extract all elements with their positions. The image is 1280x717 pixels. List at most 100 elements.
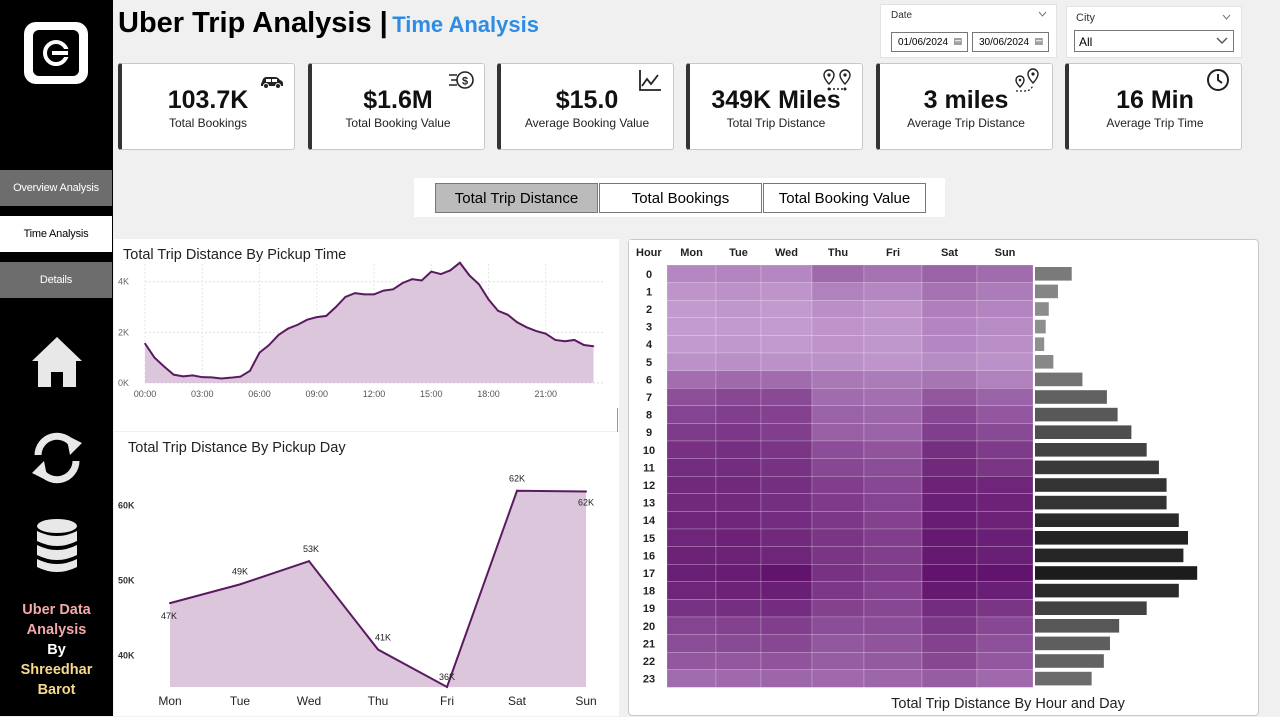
heatmap-cell xyxy=(921,423,978,442)
heatmap-cell xyxy=(760,669,813,688)
heatmap-cell xyxy=(811,352,865,371)
data-point xyxy=(306,318,309,321)
data-point xyxy=(497,310,499,312)
heatmap-cell xyxy=(976,300,1034,319)
row-header: 2 xyxy=(646,304,652,316)
heatmap-cell xyxy=(863,458,923,477)
kpi-card-total-trip-distance: 349K Miles Total Trip Distance xyxy=(686,63,863,150)
heatmap-cell xyxy=(863,335,923,354)
heatmap-cell xyxy=(715,493,762,512)
x-tick-label: 03:00 xyxy=(191,389,214,399)
chevron-down-icon[interactable] xyxy=(1216,37,1228,45)
row-total-bar xyxy=(1035,355,1054,369)
nav-time-analysis[interactable]: Time Analysis xyxy=(0,216,112,252)
route-pin-icon xyxy=(1015,68,1039,92)
row-header: 9 xyxy=(646,427,652,439)
row-total-bar xyxy=(1035,671,1092,686)
heatmap-cell xyxy=(976,528,1034,547)
heatmap-cell xyxy=(666,352,717,371)
heatmap-cell xyxy=(863,282,923,301)
heatmap-cell xyxy=(976,634,1034,653)
x-tick-label: 21:00 xyxy=(534,389,557,399)
heatmap-cell xyxy=(811,546,865,565)
heatmap-cell xyxy=(760,564,813,583)
area-fill xyxy=(170,490,586,687)
heatmap-cell xyxy=(811,475,865,494)
database-icon xyxy=(37,519,77,572)
data-point xyxy=(354,292,356,294)
heatmap-cell xyxy=(715,634,762,653)
row-header: 6 xyxy=(646,374,652,386)
row-header: 15 xyxy=(643,533,655,545)
heatmap-cell xyxy=(921,493,978,512)
home-icon[interactable] xyxy=(28,332,86,390)
nav-overview-analysis[interactable]: Overview Analysis xyxy=(0,170,112,206)
row-total-bar xyxy=(1035,425,1132,439)
heatmap-cell xyxy=(976,387,1034,406)
kpi-label: Total Trip Distance xyxy=(726,116,826,130)
x-tick-label: 06:00 xyxy=(248,389,271,399)
date-to-input[interactable]: 30/06/2024 ▤ xyxy=(972,32,1049,52)
calendar-icon[interactable]: ▤ xyxy=(1034,36,1043,47)
data-point xyxy=(296,323,299,326)
row-header: 3 xyxy=(646,322,652,334)
calendar-icon[interactable]: ▤ xyxy=(953,36,962,47)
heatmap-cell xyxy=(715,317,762,336)
date-from-input[interactable]: 01/06/2024 ▤ xyxy=(891,32,968,52)
data-point xyxy=(239,583,241,586)
x-tick-label: 12:00 xyxy=(363,389,386,399)
data-point xyxy=(377,648,379,651)
row-header: 11 xyxy=(643,462,655,474)
heatmap-cell xyxy=(921,616,978,635)
heatmap-cell xyxy=(976,599,1034,618)
heatmap-cell xyxy=(921,581,978,600)
row-total-bar xyxy=(1035,302,1049,316)
heatmap-cell xyxy=(976,317,1034,336)
pickup-day-chart: 40K 50K 60K 47K 49K 53K 41K 36K 62K 62K Mon Tue Wed T… xyxy=(118,474,597,708)
data-point xyxy=(525,326,528,329)
toggle-total-bookings[interactable]: Total Bookings xyxy=(599,183,762,213)
heatmap-cell xyxy=(811,387,865,406)
refresh-icon[interactable] xyxy=(28,429,86,487)
heatmap-panel: Hour Mon Tue Wed Thu Fri Sat Sun 0 1 2 3 4 5 6 7 8 9 10 11 1… xyxy=(628,239,1259,716)
data-point xyxy=(478,283,480,286)
chevron-down-icon[interactable] xyxy=(1222,14,1231,20)
data-point xyxy=(315,316,318,318)
heatmap-cell xyxy=(921,317,978,336)
heatmap-cell xyxy=(976,352,1034,371)
heatmap-cell xyxy=(863,634,923,653)
row-total-bar xyxy=(1035,460,1159,475)
x-tick-label: Wed xyxy=(297,694,321,708)
heatmap-cell xyxy=(715,300,762,319)
row-total-bar xyxy=(1035,390,1107,404)
toggle-total-trip-distance[interactable]: Total Trip Distance xyxy=(435,183,598,213)
row-header: 18 xyxy=(643,586,655,598)
data-point xyxy=(564,340,566,343)
y-tick-label: 4K xyxy=(118,277,129,287)
row-total-bar xyxy=(1035,495,1167,510)
heatmap-cell xyxy=(863,440,923,459)
heatmap-cell xyxy=(863,616,923,635)
data-point xyxy=(268,344,270,346)
row-header: 4 xyxy=(646,339,653,351)
row-header: 16 xyxy=(643,550,655,562)
heatmap-cell xyxy=(760,317,813,336)
heatmap-cell xyxy=(666,405,717,424)
toggle-total-booking-value[interactable]: Total Booking Value xyxy=(763,183,926,213)
heatmap-cell xyxy=(811,652,865,671)
page-title: Uber Trip Analysis | Time Analysis xyxy=(118,7,539,40)
nav-details[interactable]: Details xyxy=(0,262,112,298)
heatmap-cell xyxy=(811,599,865,618)
uber-logo-icon xyxy=(24,22,88,84)
heatmap-cell xyxy=(760,546,813,565)
heatmap-cell xyxy=(976,581,1034,600)
heatmap-cell xyxy=(921,546,978,565)
heatmap-cell xyxy=(715,546,762,565)
row-total-bar xyxy=(1035,548,1184,563)
heatmap-cell xyxy=(715,564,762,583)
city-select[interactable]: All xyxy=(1074,30,1234,52)
data-point xyxy=(516,489,518,492)
chevron-down-icon[interactable] xyxy=(1038,11,1047,17)
heatmap-cell xyxy=(666,493,717,512)
x-tick-label: 15:00 xyxy=(420,389,443,399)
